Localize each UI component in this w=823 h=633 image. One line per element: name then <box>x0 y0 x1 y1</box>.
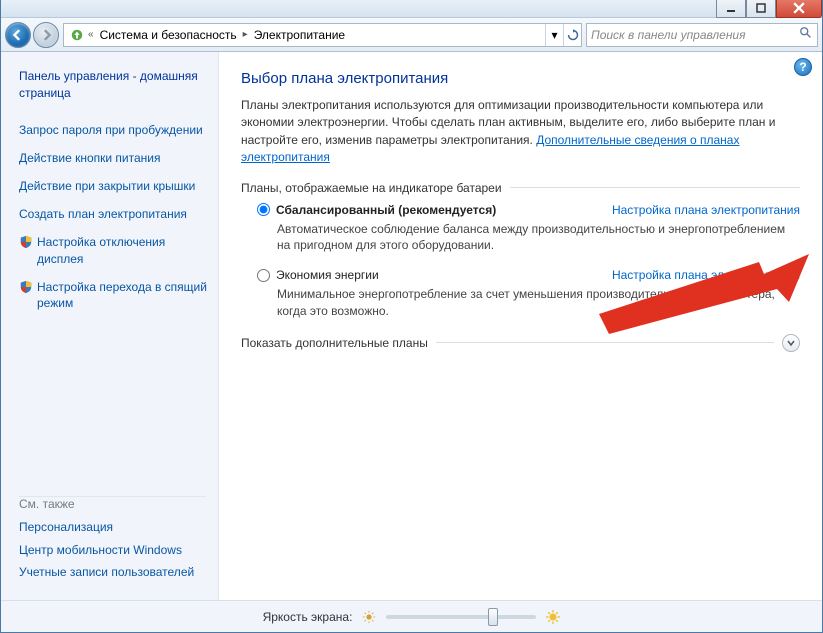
sun-bright-icon <box>546 610 560 624</box>
sidebar-link-power-button[interactable]: Действие кнопки питания <box>19 150 208 166</box>
see-also-user-accounts[interactable]: Учетные записи пользователей <box>19 564 208 580</box>
shield-icon <box>19 235 33 249</box>
sidebar-link-lid-close[interactable]: Действие при закрытии крышки <box>19 178 208 194</box>
breadcrumb-segment[interactable]: Электропитание <box>250 28 349 42</box>
refresh-button[interactable] <box>563 24 581 46</box>
brightness-label: Яркость экрана: <box>263 610 353 624</box>
expand-button[interactable] <box>782 334 800 352</box>
page-heading: Выбор плана электропитания <box>241 70 800 87</box>
sidebar-link-sleep[interactable]: Настройка перехода в спящий режим <box>19 279 208 311</box>
sun-dim-icon <box>362 610 376 624</box>
plan-description: Автоматическое соблюдение баланса между … <box>277 221 800 255</box>
window-titlebar <box>1 0 822 18</box>
sidebar-link-label: Настройка перехода в спящий режим <box>37 279 208 311</box>
chevron-down-icon <box>786 338 796 348</box>
power-plan-saver: Экономия энергии Настройка плана электро… <box>257 268 800 320</box>
plan-radio-saver[interactable] <box>257 269 270 282</box>
control-panel-window: « Система и безопасность ▸ Электропитани… <box>0 0 823 633</box>
slider-thumb[interactable] <box>488 608 498 626</box>
close-button[interactable] <box>776 0 822 18</box>
forward-button[interactable] <box>33 22 59 48</box>
breadcrumb[interactable]: « Система и безопасность ▸ Электропитани… <box>63 23 582 47</box>
intro-text: Планы электропитания используются для оп… <box>241 97 800 167</box>
see-also-mobility-center[interactable]: Центр мобильности Windows <box>19 542 208 558</box>
nav-bar: « Система и безопасность ▸ Электропитани… <box>1 18 822 52</box>
show-more-plans-row: Показать дополнительные планы <box>241 334 800 352</box>
sidebar: Панель управления - домашняя страница За… <box>1 52 219 600</box>
minimize-button[interactable] <box>716 0 746 18</box>
search-icon[interactable] <box>799 26 813 43</box>
brightness-slider[interactable] <box>386 615 536 619</box>
breadcrumb-dropdown[interactable]: ▾ <box>545 24 563 46</box>
sidebar-link-display-off[interactable]: Настройка отключения дисплея <box>19 234 208 266</box>
see-also-personalization[interactable]: Персонализация <box>19 519 208 535</box>
plan-settings-link[interactable]: Настройка плана электропитания <box>612 268 800 282</box>
main-panel: Выбор плана электропитания Планы электро… <box>219 52 822 600</box>
breadcrumb-segment[interactable]: Система и безопасность <box>96 28 241 42</box>
plan-settings-link[interactable]: Настройка плана электропитания <box>612 203 800 217</box>
plan-radio-balanced[interactable] <box>257 203 270 216</box>
brightness-bar: Яркость экрана: <box>1 600 822 632</box>
see-also-header: См. также <box>19 496 206 511</box>
maximize-button[interactable] <box>746 0 776 18</box>
search-placeholder: Поиск в панели управления <box>591 28 746 42</box>
plan-title: Сбалансированный (рекомендуется) <box>276 203 496 217</box>
content-area: ? Панель управления - домашняя страница … <box>1 52 822 600</box>
power-plan-balanced: Сбалансированный (рекомендуется) Настрой… <box>257 203 800 255</box>
breadcrumb-chevron-icon: « <box>86 29 96 40</box>
sidebar-link-password-wake[interactable]: Запрос пароля при пробуждении <box>19 122 208 138</box>
show-more-label[interactable]: Показать дополнительные планы <box>241 336 428 350</box>
plan-title: Экономия энергии <box>276 268 379 282</box>
search-input[interactable]: Поиск в панели управления <box>586 23 818 47</box>
sidebar-link-create-plan[interactable]: Создать план электропитания <box>19 206 208 222</box>
sidebar-home-link[interactable]: Панель управления - домашняя страница <box>19 68 206 102</box>
window-buttons <box>716 0 822 18</box>
plans-section-header: Планы, отображаемые на индикаторе батаре… <box>241 181 800 195</box>
sidebar-link-label: Настройка отключения дисплея <box>37 234 208 266</box>
plan-description: Минимальное энергопотребление за счет ум… <box>277 286 800 320</box>
breadcrumb-arrow-icon: ▸ <box>241 29 250 40</box>
shield-icon <box>19 280 33 294</box>
up-icon[interactable] <box>68 26 86 44</box>
back-button[interactable] <box>5 22 31 48</box>
